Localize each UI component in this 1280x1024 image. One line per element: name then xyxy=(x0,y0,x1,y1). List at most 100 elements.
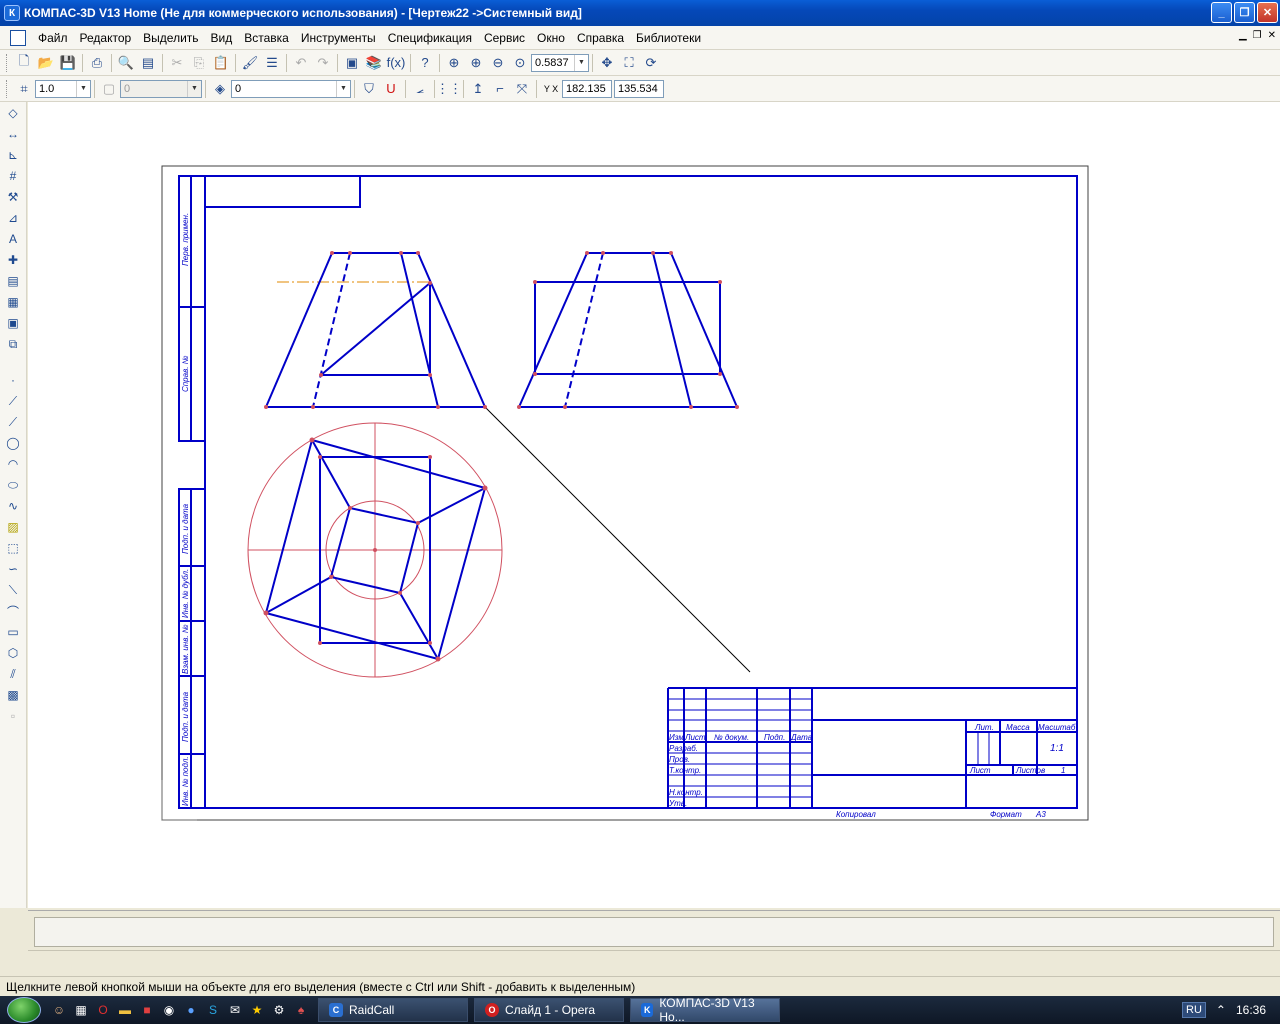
redo-icon[interactable]: ↷ xyxy=(312,52,334,74)
menu-tools[interactable]: Инструменты xyxy=(295,27,382,49)
drawing-svg[interactable]: Перв. примен. Справ. № Подп. и дата Инв.… xyxy=(28,102,1280,908)
app-dark-icon[interactable]: ◉ xyxy=(159,1000,179,1020)
app-tool-icon[interactable]: ⚙ xyxy=(269,1000,289,1020)
manager-icon[interactable]: ▣ xyxy=(341,52,363,74)
toolbar-grip[interactable] xyxy=(6,79,9,98)
spline-icon[interactable]: ∿ xyxy=(2,496,24,516)
menu-help[interactable]: Справка xyxy=(571,27,630,49)
select-icon[interactable]: A xyxy=(2,229,24,249)
menu-select[interactable]: Выделить xyxy=(137,27,204,49)
document-icon[interactable] xyxy=(10,29,26,46)
mdi-close-button[interactable]: ✕ xyxy=(1268,30,1276,41)
point-icon[interactable]: · xyxy=(2,370,24,390)
variables-icon[interactable]: f(x) xyxy=(385,52,407,74)
zoom-scale-icon[interactable]: ⊙ xyxy=(509,52,531,74)
skype-icon[interactable]: S xyxy=(203,1000,223,1020)
fillet-icon[interactable]: ⌒ xyxy=(2,601,24,621)
reports-icon[interactable]: ▦ xyxy=(2,292,24,312)
user-icon[interactable]: ☺ xyxy=(49,1000,69,1020)
start-button[interactable] xyxy=(0,996,48,1024)
menu-view[interactable]: Вид xyxy=(205,27,239,49)
opera-quick-icon[interactable]: O xyxy=(93,1000,113,1020)
properties-icon[interactable]: ▤ xyxy=(137,52,159,74)
spec-icon[interactable]: ▤ xyxy=(2,271,24,291)
bezier-icon[interactable]: ∽ xyxy=(2,559,24,579)
paste-icon[interactable]: 📋 xyxy=(210,52,232,74)
task-opera[interactable]: O Слайд 1 - Opera xyxy=(474,998,624,1022)
layers-icon[interactable]: ◈ xyxy=(209,78,231,100)
pan-icon[interactable]: ✥ xyxy=(596,52,618,74)
mdi-minimize-button[interactable]: ▁ xyxy=(1239,30,1247,41)
cut-icon[interactable]: ✂ xyxy=(166,52,188,74)
coord-y-field[interactable] xyxy=(614,79,664,98)
star-icon[interactable]: ★ xyxy=(247,1000,267,1020)
window-titlebar[interactable]: К КОМПАС-3D V13 Home (Не для коммерческо… xyxy=(0,0,1280,26)
contour-icon[interactable]: ⬚ xyxy=(2,538,24,558)
help-pointer-icon[interactable]: ? xyxy=(414,52,436,74)
menu-specification[interactable]: Спецификация xyxy=(382,27,478,49)
tray-expand-icon[interactable]: ⌃ xyxy=(1216,1003,1226,1017)
toolbar-grip[interactable] xyxy=(6,53,9,72)
layer-combo[interactable]: 0 ▼ xyxy=(231,79,351,98)
chevron-down-icon[interactable]: ▼ xyxy=(336,80,350,97)
rectangle-icon[interactable]: ▭ xyxy=(2,622,24,642)
equidistant-icon[interactable]: ⫽ xyxy=(2,664,24,684)
save-icon[interactable]: 💾 xyxy=(57,52,79,74)
cursor-step-icon[interactable]: ⤧ xyxy=(511,78,533,100)
zoom-combo[interactable]: 0.5837 ▼ xyxy=(531,53,589,72)
restore-button[interactable]: ❐ xyxy=(1234,2,1255,23)
insert-icon[interactable]: ▣ xyxy=(2,313,24,333)
menu-editor[interactable]: Редактор xyxy=(74,27,138,49)
measure-icon[interactable]: ⊿ xyxy=(2,208,24,228)
task-kompas[interactable]: K КОМПАС-3D V13 Но... xyxy=(630,996,780,1024)
app-mail-icon[interactable]: ✉ xyxy=(225,1000,245,1020)
associative-icon[interactable]: ✚ xyxy=(2,250,24,270)
menu-service[interactable]: Сервис xyxy=(478,27,531,49)
snap-magnet-icon[interactable]: U xyxy=(380,78,402,100)
object-properties-icon[interactable]: ☰ xyxy=(261,52,283,74)
chevron-down-icon[interactable]: ▼ xyxy=(574,54,588,71)
mdi-restore-button[interactable]: ❐ xyxy=(1253,30,1262,41)
menu-insert[interactable]: Вставка xyxy=(238,27,295,49)
grid-icon[interactable]: ⋮⋮ xyxy=(436,78,462,100)
zoom-in-icon[interactable]: ⊕ xyxy=(465,52,487,74)
edit-icon[interactable]: # xyxy=(2,166,24,186)
filter-icon[interactable]: ⛉ xyxy=(358,78,380,100)
drawing-canvas[interactable]: Перв. примен. Справ. № Подп. и дата Инв.… xyxy=(28,102,1280,908)
views-icon[interactable]: ⧉ xyxy=(2,334,24,354)
refresh-icon[interactable]: ⟳ xyxy=(640,52,662,74)
arc-icon[interactable]: ◠ xyxy=(2,454,24,474)
copy-icon[interactable]: ⎘ xyxy=(188,52,210,74)
menu-window[interactable]: Окно xyxy=(531,27,571,49)
coord-x-field[interactable] xyxy=(562,79,612,98)
chevron-down-icon[interactable]: ▼ xyxy=(76,80,90,97)
view-number-combo[interactable]: 0 ▼ xyxy=(120,79,202,98)
close-button[interactable]: ✕ xyxy=(1257,2,1278,23)
preview-icon[interactable]: 🔍 xyxy=(115,52,137,74)
local-axes-icon[interactable]: ↥ xyxy=(467,78,489,100)
app-blue-icon[interactable]: ● xyxy=(181,1000,201,1020)
zoom-out-icon[interactable]: ⊖ xyxy=(487,52,509,74)
aux-line-icon[interactable]: ⟋ xyxy=(2,391,24,411)
minimize-button[interactable]: _ xyxy=(1211,2,1232,23)
view-state-icon[interactable]: ▢ xyxy=(98,78,120,100)
geometry-icon[interactable]: ◇ xyxy=(2,103,24,123)
library-manager-icon[interactable]: 📚 xyxy=(363,52,385,74)
format-brush-icon[interactable]: 🖌 xyxy=(239,52,261,74)
fill-icon[interactable]: ▩ xyxy=(2,685,24,705)
ellipse-icon[interactable]: ⬭ xyxy=(2,475,24,495)
folder-icon[interactable]: ▬ xyxy=(115,1000,135,1020)
hatch-icon[interactable]: ▨ xyxy=(2,517,24,537)
chamfer-icon[interactable]: ⟍ xyxy=(2,580,24,600)
app-red-icon[interactable]: ■ xyxy=(137,1000,157,1020)
view-scale-combo[interactable]: 1.0 ▼ xyxy=(35,79,91,98)
game-icon[interactable]: ♠ xyxy=(291,1000,311,1020)
dimensions-icon[interactable]: ↔ xyxy=(2,124,24,144)
open-icon[interactable]: 📂 xyxy=(35,52,57,74)
zoom-window-icon[interactable]: ⊕ xyxy=(443,52,465,74)
disabled-tool-icon[interactable]: ▫ xyxy=(2,706,24,726)
ortho-icon[interactable]: ⦟ xyxy=(409,78,431,100)
clock[interactable]: 16:36 xyxy=(1236,1003,1266,1017)
menu-libraries[interactable]: Библиотеки xyxy=(630,27,707,49)
undo-icon[interactable]: ↶ xyxy=(290,52,312,74)
